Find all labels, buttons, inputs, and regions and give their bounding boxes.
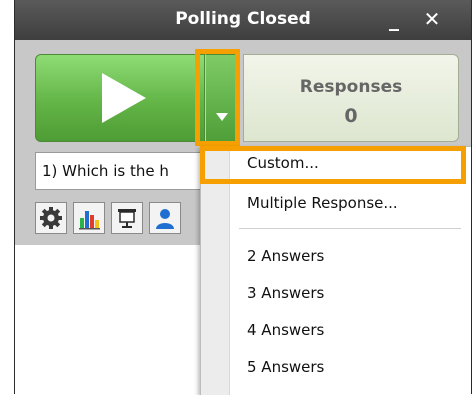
title-bar: Polling Closed _ ✕ <box>15 0 471 40</box>
gear-icon <box>40 207 62 229</box>
poll-type-menu: Custom... Multiple Response... 2 Answers… <box>200 146 471 395</box>
menu-item-custom[interactable]: Custom... <box>229 147 469 179</box>
menu-item-3-answers[interactable]: 3 Answers <box>229 277 469 309</box>
presentation-button[interactable] <box>111 202 143 234</box>
responses-count: 0 <box>344 105 358 127</box>
poll-type-dropdown-button[interactable] <box>205 54 239 142</box>
caret-down-icon <box>216 113 228 121</box>
responses-label: Responses <box>299 77 403 97</box>
bar-chart-icon <box>79 211 100 230</box>
play-icon <box>102 73 146 123</box>
minimize-button[interactable]: _ <box>381 6 407 32</box>
responses-panel: Responses 0 <box>243 54 459 142</box>
presentation-icon <box>118 209 136 228</box>
participants-button[interactable] <box>149 202 181 234</box>
results-chart-button[interactable] <box>73 202 105 234</box>
polling-window: Polling Closed _ ✕ Responses 0 1) Which … <box>14 0 472 395</box>
start-poll-button[interactable] <box>35 54 205 142</box>
menu-item-2-answers[interactable]: 2 Answers <box>229 240 469 272</box>
user-icon <box>156 209 174 229</box>
menu-item-5-answers[interactable]: 5 Answers <box>229 351 469 383</box>
settings-button[interactable] <box>35 202 67 234</box>
menu-item-4-answers[interactable]: 4 Answers <box>229 314 469 346</box>
question-field[interactable]: 1) Which is the h <box>35 152 205 190</box>
menu-icon-gutter <box>201 147 230 395</box>
close-button[interactable]: ✕ <box>419 6 445 32</box>
menu-item-multiple-response[interactable]: Multiple Response... <box>229 187 469 219</box>
menu-separator <box>239 228 461 229</box>
